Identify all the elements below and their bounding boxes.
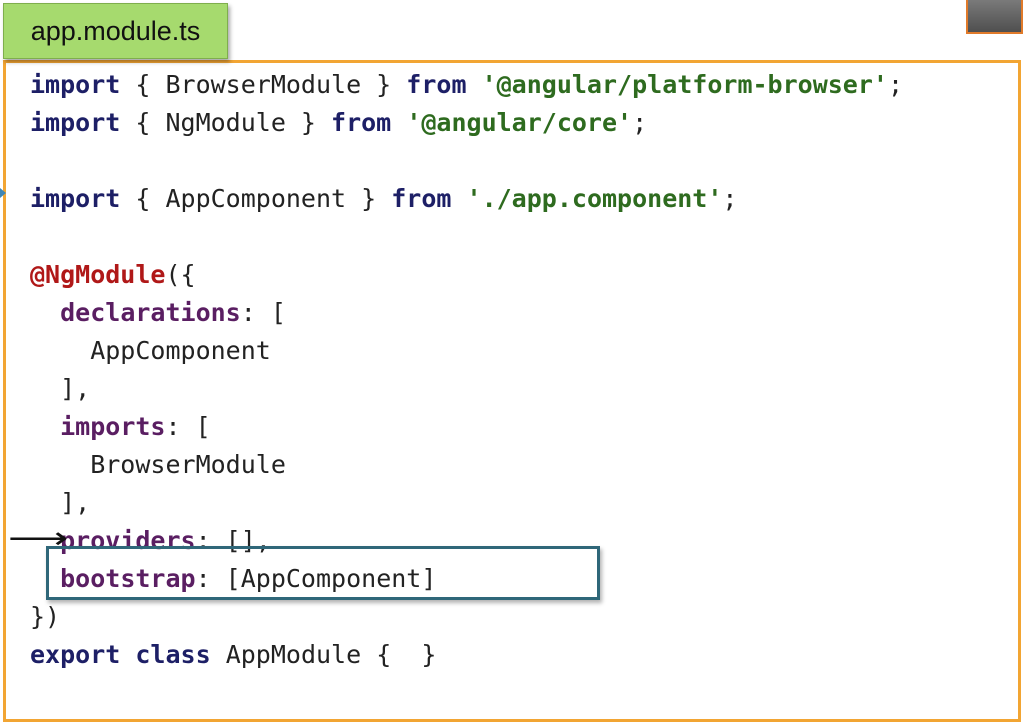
code-line: imports: [ [30, 408, 903, 446]
code-keyword: import [30, 184, 121, 213]
code-text: ({ [165, 260, 196, 289]
code-text: { NgModule } [120, 108, 332, 137]
code-line: @NgModule({ [30, 256, 903, 294]
code-text: ], [30, 374, 91, 403]
code-text: { AppComponent } [120, 184, 392, 213]
code-keyword: from [331, 108, 392, 137]
code-line: import { NgModule } from '@angular/core'… [30, 104, 903, 142]
code-text: : [ [240, 298, 286, 327]
pointer-arrow-icon: ⟶ [8, 521, 69, 556]
code-keyword: import [30, 70, 121, 99]
code-string: './app.component' [466, 184, 723, 213]
code-text: : [ [165, 412, 211, 441]
code-property: declarations [60, 298, 241, 327]
file-title-tab: app.module.ts [3, 3, 228, 59]
code-text: ; [632, 108, 648, 137]
code-line: declarations: [ [30, 294, 903, 332]
code-decorator: @NgModule [30, 260, 166, 289]
code-line: import { BrowserModule } from '@angular/… [30, 66, 903, 104]
code-text: }) [30, 602, 61, 631]
code-text: BrowserModule [30, 450, 286, 479]
code-line: AppComponent [30, 332, 903, 370]
code-string: '@angular/core' [406, 108, 633, 137]
code-string: '@angular/platform-browser' [481, 70, 888, 99]
code-property: imports [60, 412, 166, 441]
code-text: { BrowserModule } [120, 70, 407, 99]
file-title-label: app.module.ts [30, 15, 201, 46]
code-keyword: from [391, 184, 452, 213]
code-line: export class AppModule { } [30, 636, 903, 674]
code-line: ], [30, 484, 903, 522]
code-line: BrowserModule [30, 446, 903, 484]
code-keyword: export [30, 640, 121, 669]
bootstrap-highlight-box [46, 546, 600, 600]
code-line: import { AppComponent } from './app.comp… [30, 180, 903, 218]
code-text: AppComponent [30, 336, 271, 365]
code-keyword: from [406, 70, 467, 99]
code-line: }) [30, 598, 903, 636]
corner-thumbnail [966, 0, 1023, 34]
code-text: AppModule { } [210, 640, 437, 669]
left-edge-marker-icon [0, 188, 6, 198]
code-text: ; [887, 70, 904, 99]
code-text: ; [722, 184, 738, 213]
code-text: ], [30, 488, 91, 517]
code-line: ], [30, 370, 903, 408]
code-keyword: class [135, 640, 211, 669]
code-keyword: import [30, 108, 121, 137]
